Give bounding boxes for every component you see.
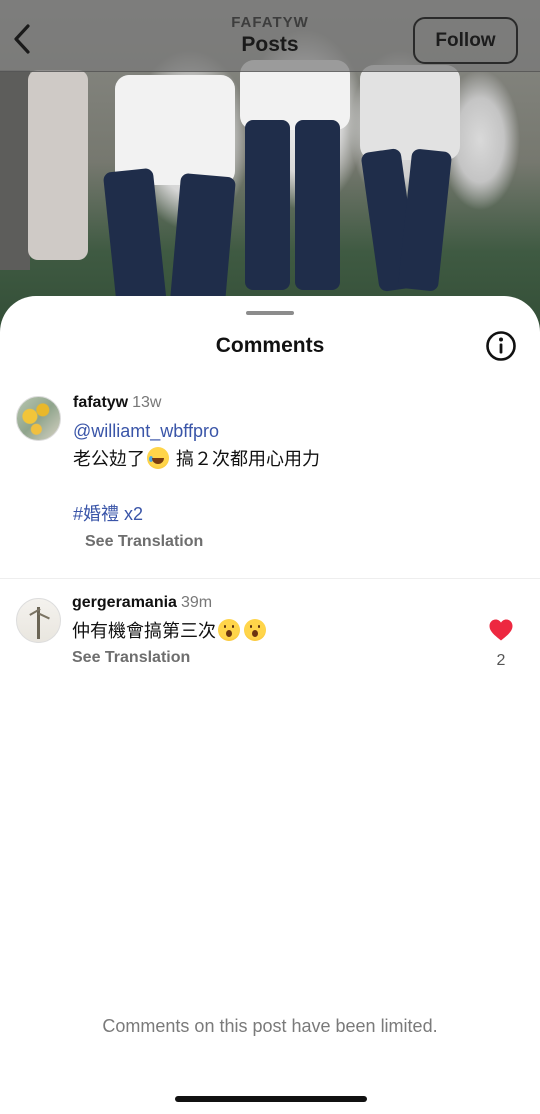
info-icon[interactable]	[485, 330, 517, 362]
astonished-emoji-icon	[218, 619, 240, 641]
comment-time: 13w	[132, 394, 162, 411]
comment-meta: gergeramania 39m	[72, 592, 480, 614]
video-person-shirt	[115, 75, 235, 185]
comment-text-line: 老公攰了 搞２次都用心用力	[73, 445, 480, 473]
comment-meta: fafatyw 13w	[73, 392, 480, 414]
avatar[interactable]	[16, 396, 61, 441]
comment-text-continued: 搞２次都用心用力	[171, 449, 321, 469]
home-indicator[interactable]	[175, 1096, 367, 1102]
top-navigation-bar: FAFATYW Posts Follow	[0, 0, 540, 72]
laughing-tears-emoji-icon	[147, 447, 169, 469]
sheet-drag-handle[interactable]	[246, 311, 294, 315]
astonished-emoji-icon	[244, 619, 266, 641]
comment-body: gergeramania 39m 仲有機會搞第三次 See Translation	[72, 592, 480, 667]
mention-link[interactable]: @williamt_wbffpro	[73, 421, 219, 441]
comment-text: 仲有機會搞第三次	[72, 621, 216, 641]
see-translation-row: See Translation	[73, 533, 480, 551]
comment-divider	[0, 578, 540, 579]
comments-sheet: Comments fafatyw 13w @williamt_wbffpro 老公…	[0, 296, 540, 1114]
sheet-title: Comments	[215, 334, 325, 357]
comment-hashtag-line: #婚禮 x2	[73, 500, 480, 528]
video-person-leg	[397, 148, 453, 292]
video-person-leg	[295, 120, 340, 290]
see-translation-link[interactable]: See Translation	[85, 533, 203, 551]
follow-button[interactable]: Follow	[413, 17, 518, 64]
comment-text: 老公攰了	[73, 449, 145, 469]
see-translation-row: See Translation	[72, 649, 480, 667]
video-person-leg	[102, 167, 168, 313]
avatar[interactable]	[16, 598, 61, 643]
comment-mention-line: @williamt_wbffpro	[73, 417, 480, 445]
see-translation-link[interactable]: See Translation	[72, 649, 190, 667]
video-scene-cloth	[28, 70, 88, 260]
comment-body: fafatyw 13w @williamt_wbffpro 老公攰了 搞２次都用心…	[73, 392, 480, 551]
comments-limited-notice: Comments on this post have been limited.	[102, 1016, 438, 1036]
comment-text-line: 仲有機會搞第三次	[72, 617, 480, 645]
comment-username[interactable]: fafatyw	[73, 394, 128, 411]
video-person-leg	[245, 120, 290, 290]
video-person-shirt	[360, 65, 460, 160]
hashtag-link[interactable]: #婚禮 x2	[73, 504, 143, 524]
like-count: 2	[496, 652, 506, 669]
heart-icon[interactable]	[488, 618, 514, 642]
comment-time: 39m	[180, 594, 213, 611]
video-scene-post	[0, 70, 30, 270]
comment-username[interactable]: gergeramania	[72, 594, 177, 611]
